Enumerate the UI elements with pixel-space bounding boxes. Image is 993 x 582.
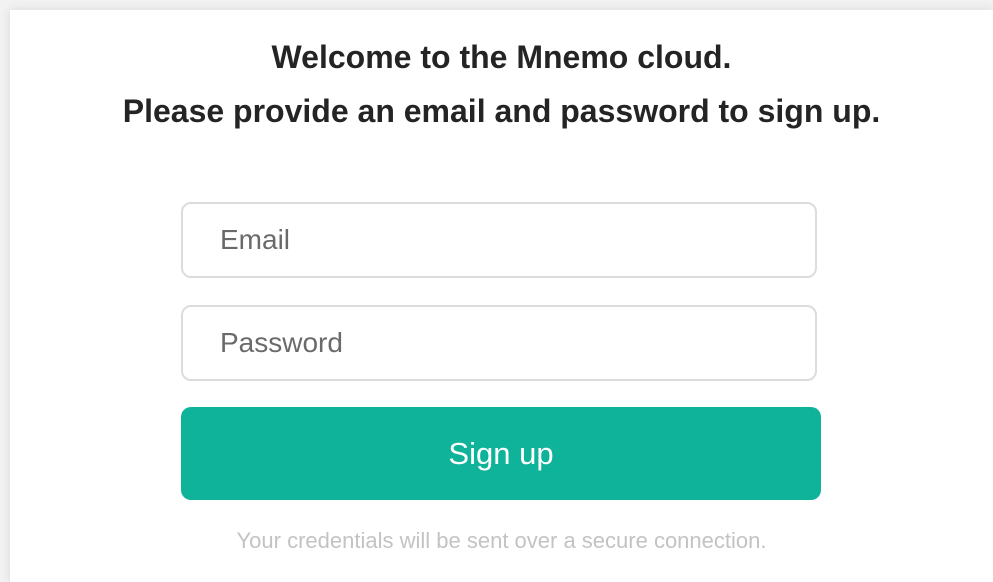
sign-up-button[interactable]: Sign up [181,407,821,500]
secure-connection-note: Your credentials will be sent over a sec… [236,528,767,553]
signup-card: Welcome to the Mnemo cloud. Please provi… [10,10,993,582]
password-field[interactable] [181,305,817,381]
email-field[interactable] [181,202,817,278]
welcome-heading: Welcome to the Mnemo cloud. [271,39,732,75]
signup-instructions: Please provide an email and password to … [122,93,881,129]
